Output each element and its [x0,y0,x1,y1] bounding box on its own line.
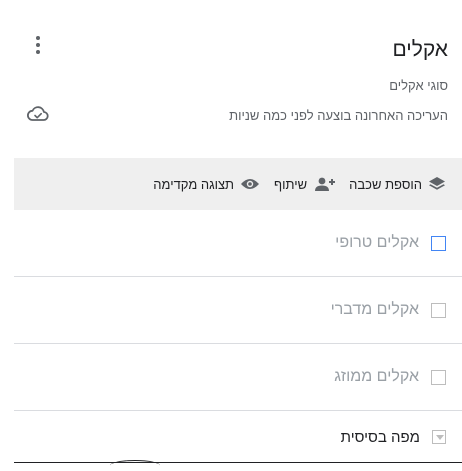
layer-row-temperate[interactable]: אקלים ממוזג [14,344,462,411]
layer-checkbox-desert[interactable] [431,302,446,318]
add-layer-label: הוספת שכבה [349,176,422,192]
add-layer-button[interactable]: הוספת שכבה [349,176,446,192]
layer-row-desert[interactable]: אקלים מדברי [14,277,462,344]
preview-label: תצוגה מקדימה [153,176,235,192]
map-header: אקלים סוגי אקלים העריכה האחרונה בוצעה לפ… [0,0,462,150]
more-vert-icon[interactable] [28,30,48,60]
add-person-icon [313,176,336,192]
layer-label-temperate: אקלים ממוזג [334,368,419,385]
layer-row-tropical[interactable]: אקלים טרופי [14,210,462,277]
basemap-row[interactable]: מפה בסיסית [14,411,462,463]
share-button[interactable]: שיתוף [274,176,336,192]
map-description[interactable]: סוגי אקלים [389,78,448,93]
layer-label-tropical: אקלים טרופי [335,234,419,251]
share-label: שיתוף [274,176,308,192]
scroll-edge [110,460,160,471]
layer-checkbox-temperate[interactable] [431,369,446,385]
layers-icon [428,176,446,192]
layer-list: אקלים טרופי אקלים מדברי אקלים ממוזג מפה … [14,210,462,463]
cloud-saved-icon [26,104,50,124]
last-edit-status: העריכה האחרונה בוצעה לפני כמה שניות [229,108,448,123]
basemap-expand-icon[interactable] [432,430,446,444]
map-title[interactable]: אקלים [392,38,448,62]
layer-checkbox-tropical[interactable] [431,235,446,251]
eye-icon [240,177,260,191]
basemap-label: מפה בסיסית [340,428,420,446]
preview-button[interactable]: תצוגה מקדימה [153,177,260,192]
map-layers-panel: אקלים סוגי אקלים העריכה האחרונה בוצעה לפ… [0,0,462,463]
layer-label-desert: אקלים מדברי [330,301,419,318]
layer-toolbar: הוספת שכבה שיתוף תצוגה מקדימה [14,158,462,210]
